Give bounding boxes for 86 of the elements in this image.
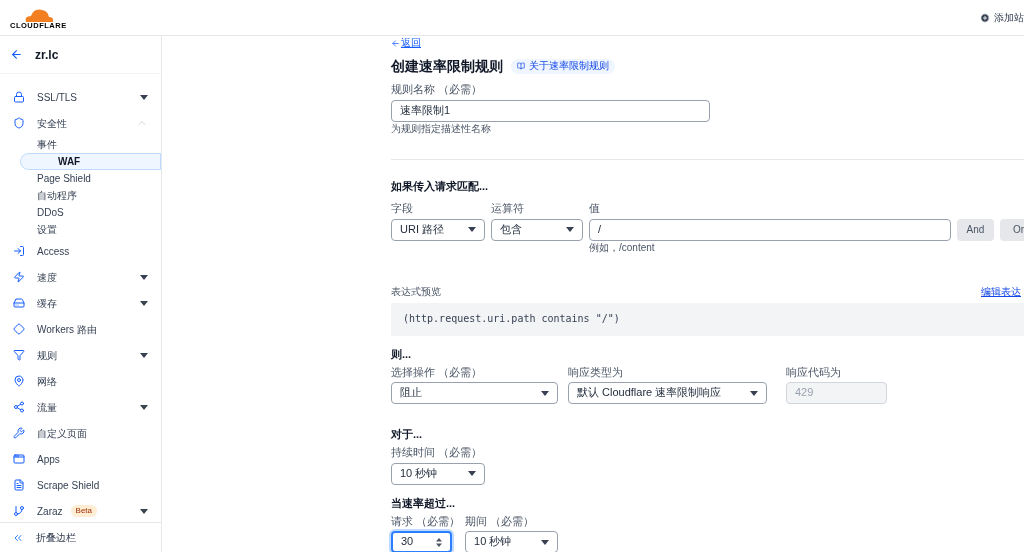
caret-icon	[750, 390, 758, 396]
app-icon	[13, 453, 25, 465]
sidebar-subitem[interactable]: 事件	[0, 136, 161, 153]
duration-select[interactable]: 10 秒钟	[391, 462, 485, 485]
caret-icon	[140, 274, 148, 280]
field-label: 响应类型为	[568, 365, 624, 380]
wrench-icon	[13, 427, 25, 439]
beta-badge: Beta	[70, 505, 98, 517]
field-select[interactable]: URI 路径	[391, 218, 485, 241]
preview-label: 表达式预览	[391, 286, 441, 299]
page-title: 创建速率限制规则	[391, 57, 503, 75]
field-label: 持续时间 （必需）	[391, 446, 484, 460]
funnel-icon	[13, 349, 25, 361]
sidebar-item[interactable]: Zaraz Beta	[0, 498, 161, 522]
add-site-button[interactable]: 添加站	[980, 10, 1024, 25]
sidebar-item[interactable]: 规则	[0, 342, 161, 368]
field-label: 期间 （必需）	[465, 514, 536, 529]
sidebar-item[interactable]: 安全性	[0, 110, 161, 136]
field-label: 运算符	[491, 202, 525, 216]
document-icon	[13, 479, 25, 491]
field-label: 字段	[391, 202, 414, 216]
sidebar-subitem[interactable]: Page Shield	[0, 170, 161, 187]
caret-icon	[468, 471, 476, 477]
section-heading: 如果传入请求匹配...	[391, 180, 490, 194]
branch-icon	[13, 505, 25, 517]
sidebar-subitem[interactable]: 自动程序	[0, 187, 161, 204]
storage-icon	[13, 297, 25, 309]
book-icon	[517, 62, 525, 71]
back-link[interactable]: 返回	[391, 37, 1024, 50]
plus-icon	[980, 12, 990, 23]
back-arrow-icon[interactable]	[10, 48, 23, 61]
logic-button[interactable]: And	[957, 218, 994, 241]
field-label: 规则名称 （必需）	[391, 83, 484, 97]
hint-text: 为规则指定描述性名称	[391, 122, 492, 136]
shield-icon	[13, 117, 25, 129]
field-label: 选择操作 （必需）	[391, 365, 484, 380]
sidebar-item[interactable]: 自定义页面	[0, 420, 161, 446]
value-input[interactable]: /	[589, 218, 951, 241]
sidebar-item[interactable]: Scrape Shield	[0, 472, 161, 498]
logic-button[interactable]: Or	[1000, 218, 1024, 241]
edit-expression-link[interactable]: 编辑表达	[981, 286, 1021, 299]
rule-name-input[interactable]: 速率限制1	[391, 99, 710, 122]
share-icon	[13, 401, 25, 413]
requests-number-input[interactable]: 30	[391, 531, 452, 552]
period-select[interactable]: 10 秒钟	[465, 531, 559, 552]
caret-icon	[140, 404, 148, 410]
sidebar-item[interactable]: 网络	[0, 368, 161, 394]
sidebar-item[interactable]: 流量	[0, 394, 161, 420]
lightning-icon	[13, 271, 25, 283]
section-heading: 当速率超过...	[391, 496, 457, 511]
map-pin-icon	[13, 375, 25, 387]
diamond-icon	[13, 323, 25, 335]
section-heading: 对于...	[391, 428, 424, 442]
caret-icon	[140, 300, 148, 306]
sidebar-item[interactable]: SSL/TLS	[0, 84, 161, 110]
sidebar-subitem[interactable]: WAF	[20, 153, 161, 170]
collapse-sidebar-button[interactable]: 折叠边栏	[0, 522, 161, 552]
expression-preview: (http.request.uri.path contains "/")	[391, 302, 1024, 336]
sidebar-item[interactable]: Workers 路由	[0, 316, 161, 342]
section-heading: 则...	[391, 347, 413, 362]
lock-icon	[13, 91, 25, 103]
sidebar-item[interactable]: Access	[0, 238, 161, 264]
hint-text: 例如，/content	[589, 241, 656, 255]
field-label: 请求 （必需）	[391, 514, 461, 529]
site-name: zr.lc	[35, 46, 59, 64]
back-arrow-icon	[391, 38, 400, 48]
caret-icon	[140, 94, 148, 100]
response-type-select[interactable]: 默认 Cloudflare 速率限制响应	[568, 382, 767, 405]
sidebar-item[interactable]: Apps	[0, 446, 161, 472]
action-select[interactable]: 阻止	[391, 382, 558, 405]
operator-select[interactable]: 包含	[491, 218, 583, 241]
field-label: 响应代码为	[786, 365, 842, 380]
docs-link[interactable]: 关于速率限制规则	[511, 59, 615, 74]
sign-in-icon	[13, 245, 25, 257]
spinner-icon[interactable]	[436, 537, 442, 547]
sidebar-item[interactable]: 速度	[0, 264, 161, 290]
field-label: 值	[589, 202, 601, 216]
sidebar-subitem[interactable]: 设置	[0, 221, 161, 238]
sidebar-item[interactable]: 缓存	[0, 290, 161, 316]
caret-icon	[140, 508, 148, 514]
sidebar-subitem[interactable]: DDoS	[0, 204, 161, 221]
caret-icon	[566, 227, 574, 233]
caret-icon	[140, 352, 148, 358]
caret-icon	[468, 227, 476, 233]
caret-icon	[541, 390, 549, 396]
caret-icon	[541, 539, 550, 545]
